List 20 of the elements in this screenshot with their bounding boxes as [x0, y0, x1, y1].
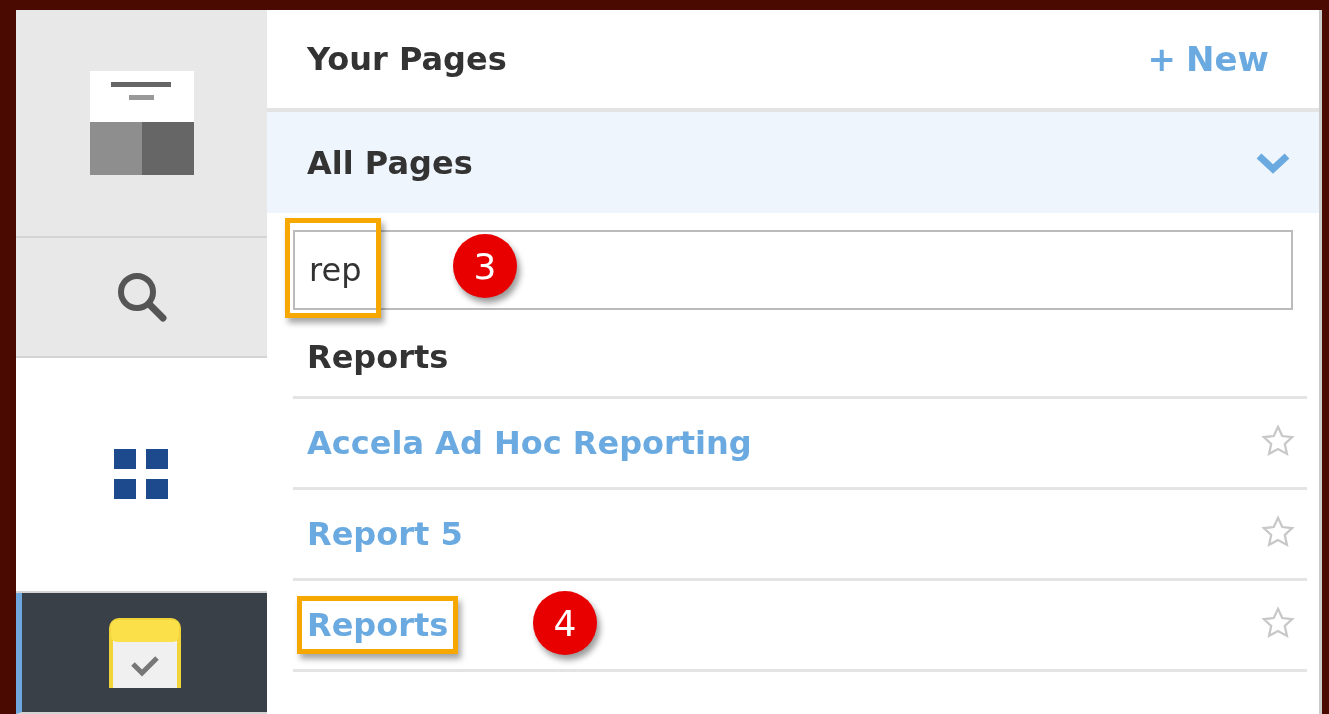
sidebar-item[interactable] [16, 593, 267, 714]
page-link[interactable]: Report 5 [307, 515, 463, 553]
section-header[interactable]: All Pages [267, 112, 1319, 213]
sidebar-item[interactable] [16, 358, 267, 593]
sidebar-item[interactable] [16, 10, 267, 238]
page-link[interactable]: Reports [307, 606, 449, 644]
layout-icon [88, 70, 195, 176]
sidebar-item[interactable] [16, 238, 267, 358]
star-icon[interactable] [1261, 515, 1295, 549]
checklist-icon [108, 617, 181, 688]
panel-title: Your Pages [307, 40, 507, 78]
results-heading: Reports [306, 337, 450, 378]
new-button[interactable]: + New [1147, 39, 1269, 79]
page-link[interactable]: Accela Ad Hoc Reporting [307, 424, 752, 462]
step-badge: 4 [533, 591, 597, 655]
chevron-icon [1255, 151, 1291, 174]
section-title: All Pages [307, 143, 473, 182]
star-icon[interactable] [1261, 424, 1295, 458]
star-icon[interactable] [1261, 606, 1295, 640]
grid-icon [113, 448, 170, 501]
